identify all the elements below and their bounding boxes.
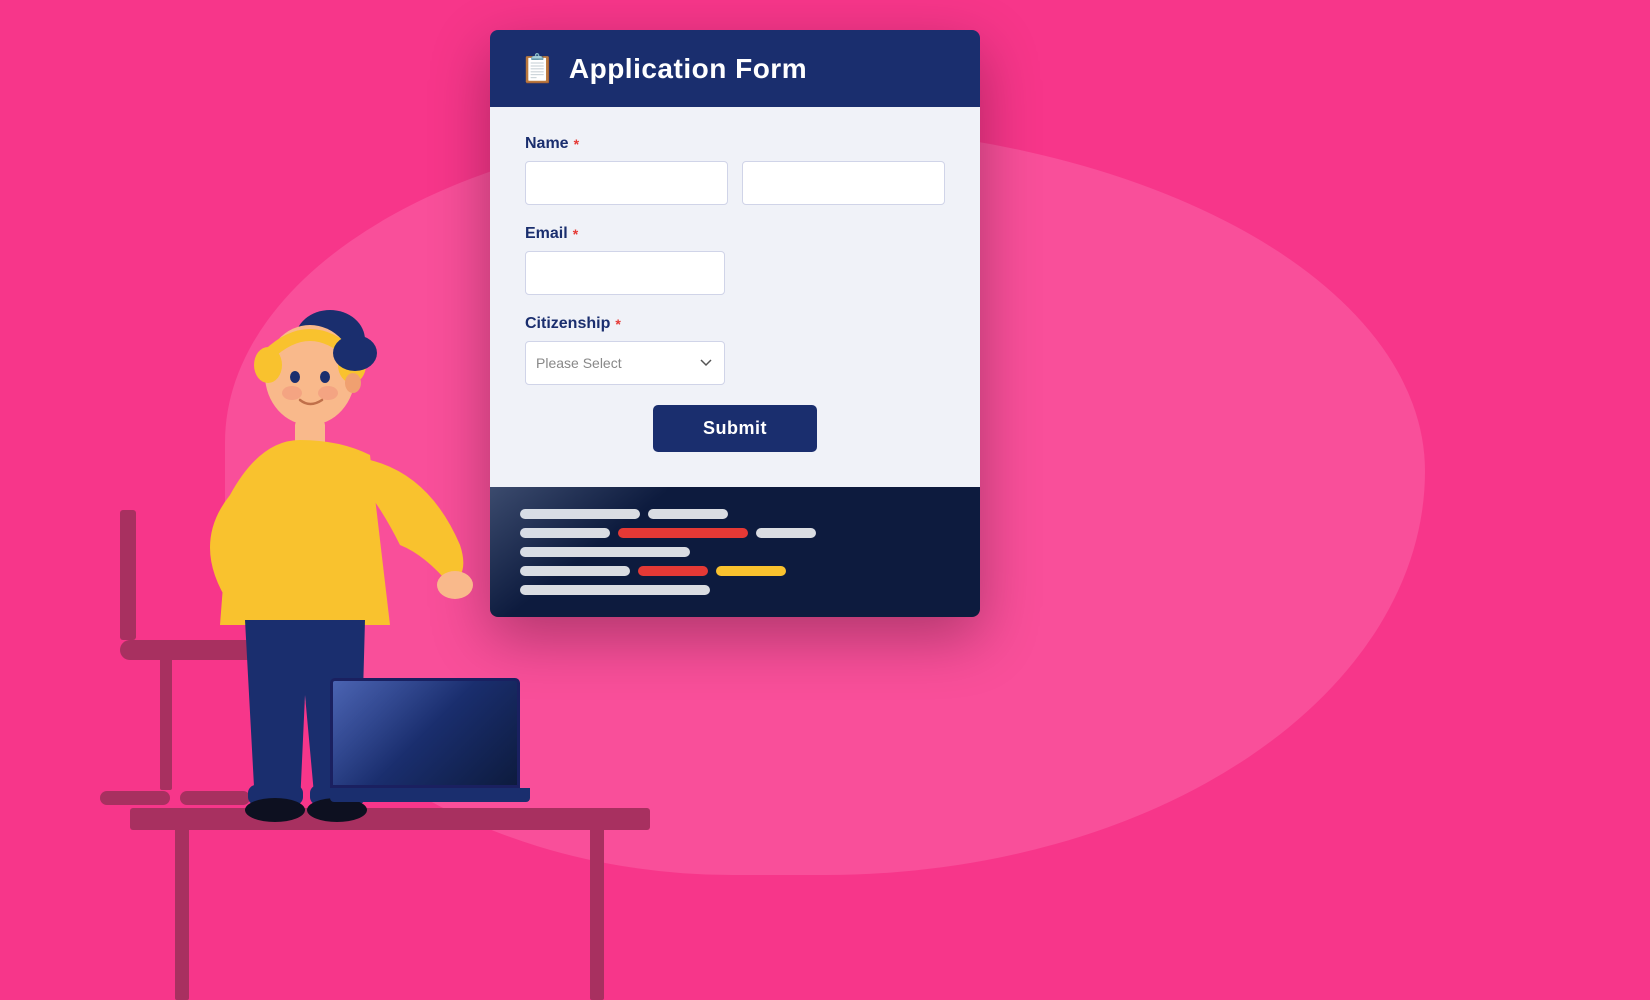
citizenship-required: * xyxy=(615,316,620,332)
last-name-input[interactable] xyxy=(742,161,945,205)
code-bar xyxy=(716,566,786,576)
laptop xyxy=(330,678,530,808)
form-header: 📋 Application Form xyxy=(490,30,980,107)
main-scene: 📋 Application Form Name * Email * xyxy=(0,0,1650,1000)
illustration xyxy=(0,100,600,1000)
laptop-base xyxy=(330,788,530,802)
form-title: Application Form xyxy=(569,53,807,85)
code-bar xyxy=(756,528,816,538)
code-bar xyxy=(648,509,728,519)
laptop-glow xyxy=(333,681,517,785)
code-bar xyxy=(618,528,748,538)
form-icon: 📋 xyxy=(520,52,555,85)
submit-button[interactable]: Submit xyxy=(653,405,817,452)
code-bar xyxy=(638,566,708,576)
laptop-screen xyxy=(330,678,520,788)
desk-leg-right xyxy=(590,825,604,1000)
desk-leg-left xyxy=(175,825,189,1000)
